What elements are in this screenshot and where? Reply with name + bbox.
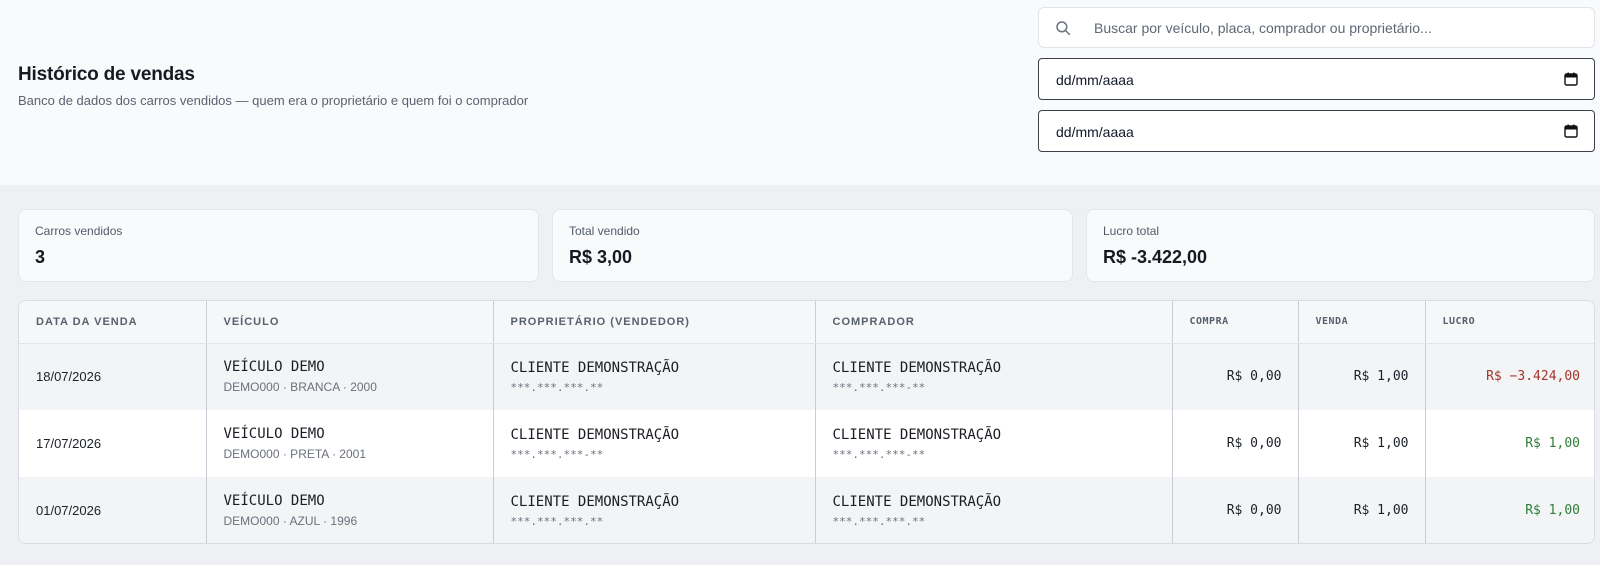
owner-document: ***.***.***-**: [510, 447, 604, 461]
date-start-value: dd/mm/aaaa: [1056, 72, 1134, 88]
table-row[interactable]: 01/07/2026 VEÍCULO DEMO DEMO000 · AZUL ·…: [19, 477, 1594, 543]
column-header-profit[interactable]: LUCRO: [1425, 301, 1594, 344]
vehicle-name: VEÍCULO DEMO: [223, 426, 325, 442]
column-header-buyer[interactable]: COMPRADOR: [815, 301, 1173, 344]
sales-table: DATA DA VENDA VEÍCULO PROPRIETÁRIO (VEND…: [18, 300, 1595, 544]
cell-purchase: R$ 0,00: [1172, 477, 1299, 543]
cell-profit: R$ 1,00: [1525, 503, 1580, 518]
stat-value: R$ 3,00: [569, 247, 633, 267]
owner-name: CLIENTE DEMONSTRAÇÃO: [510, 359, 680, 376]
vehicle-info: DEMO000 · AZUL · 1996: [223, 514, 358, 528]
cell-date: 01/07/2026: [19, 477, 207, 543]
date-end-value: dd/mm/aaaa: [1056, 124, 1134, 140]
cell-date: 18/07/2026: [19, 343, 207, 410]
column-header-vehicle[interactable]: VEÍCULO: [206, 301, 494, 344]
search-box[interactable]: [1038, 7, 1595, 48]
vehicle-info: DEMO000 · PRETA · 2001: [223, 447, 367, 461]
page-subtitle: Banco de dados dos carros vendidos — que…: [18, 93, 529, 108]
cell-date: 17/07/2026: [19, 410, 207, 477]
stat-card-total-profit: Lucro total R$ -3.422,00: [1086, 209, 1595, 282]
cell-owner: CLIENTE DEMONSTRAÇÃO ***.***.***.**: [493, 343, 816, 410]
search-icon: [1056, 21, 1071, 36]
column-header-date[interactable]: DATA DA VENDA: [19, 301, 207, 344]
owner-document: ***.***.***.**: [510, 380, 604, 394]
cell-buyer: CLIENTE DEMONSTRAÇÃO ***.***.***-**: [815, 343, 1173, 410]
buyer-name: CLIENTE DEMONSTRAÇÃO: [832, 493, 1002, 510]
cell-sale: R$ 1,00: [1298, 343, 1426, 410]
cell-profit: R$ 1,00: [1525, 436, 1580, 451]
page-title: Histórico de vendas: [18, 64, 195, 85]
table-row[interactable]: 18/07/2026 VEÍCULO DEMO DEMO000 · BRANCA…: [19, 343, 1594, 410]
vehicle-info: DEMO000 · BRANCA · 2000: [223, 380, 377, 395]
date-end-field[interactable]: dd/mm/aaaa: [1038, 110, 1595, 152]
stat-label: Total vendido: [569, 224, 640, 238]
cell-sale: R$ 1,00: [1298, 477, 1426, 543]
stat-label: Lucro total: [1103, 224, 1160, 238]
buyer-document: ***.***.***-**: [832, 447, 926, 461]
column-header-purchase[interactable]: COMPRA: [1172, 301, 1299, 344]
cell-vehicle: VEÍCULO DEMO DEMO000 · AZUL · 1996: [206, 477, 494, 543]
table-row[interactable]: 17/07/2026 VEÍCULO DEMO DEMO000 · PRETA …: [19, 410, 1594, 477]
buyer-document: ***.***.***-**: [832, 380, 926, 394]
cell-profit: R$ −3.424,00: [1486, 369, 1580, 385]
buyer-name: CLIENTE DEMONSTRAÇÃO: [832, 426, 1002, 443]
cell-purchase: R$ 0,00: [1172, 343, 1299, 410]
cell-owner: CLIENTE DEMONSTRAÇÃO ***.***.***.**: [493, 477, 816, 543]
cell-purchase: R$ 0,00: [1172, 410, 1299, 477]
stat-value: R$ -3.422,00: [1103, 247, 1208, 267]
owner-name: CLIENTE DEMONSTRAÇÃO: [510, 493, 680, 510]
vehicle-name: VEÍCULO DEMO: [223, 359, 325, 376]
column-header-owner[interactable]: PROPRIETÁRIO (VENDEDOR): [493, 301, 816, 344]
cell-owner: CLIENTE DEMONSTRAÇÃO ***.***.***-**: [493, 410, 816, 477]
page-header: Histórico de vendas Banco de dados dos c…: [0, 0, 1600, 185]
title-block: Histórico de vendas Banco de dados dos c…: [18, 64, 528, 108]
stat-value: 3: [35, 247, 46, 267]
vehicle-name: VEÍCULO DEMO: [223, 493, 325, 509]
cell-vehicle: VEÍCULO DEMO DEMO000 · PRETA · 2001: [206, 410, 494, 477]
date-start-field[interactable]: dd/mm/aaaa: [1038, 58, 1595, 100]
cell-buyer: CLIENTE DEMONSTRAÇÃO ***.***.***-**: [815, 410, 1173, 477]
column-header-sale[interactable]: VENDA: [1298, 301, 1426, 344]
calendar-icon[interactable]: [1564, 72, 1578, 86]
table-header-row: DATA DA VENDA VEÍCULO PROPRIETÁRIO (VEND…: [19, 301, 1594, 344]
stat-card-total-sold: Total vendido R$ 3,00: [552, 209, 1073, 282]
buyer-name: CLIENTE DEMONSTRAÇÃO: [832, 359, 1002, 376]
cell-buyer: CLIENTE DEMONSTRAÇÃO ***.***.***.**: [815, 477, 1173, 543]
owner-name: CLIENTE DEMONSTRAÇÃO: [510, 426, 680, 443]
stat-label: Carros vendidos: [35, 224, 123, 238]
cell-vehicle: VEÍCULO DEMO DEMO000 · BRANCA · 2000: [206, 343, 494, 410]
cell-sale: R$ 1,00: [1298, 410, 1426, 477]
owner-document: ***.***.***.**: [510, 514, 604, 528]
buyer-document: ***.***.***.**: [832, 514, 926, 528]
search-input[interactable]: [1094, 8, 1584, 47]
stat-card-cars-sold: Carros vendidos 3: [18, 209, 539, 282]
calendar-icon[interactable]: [1564, 124, 1578, 138]
